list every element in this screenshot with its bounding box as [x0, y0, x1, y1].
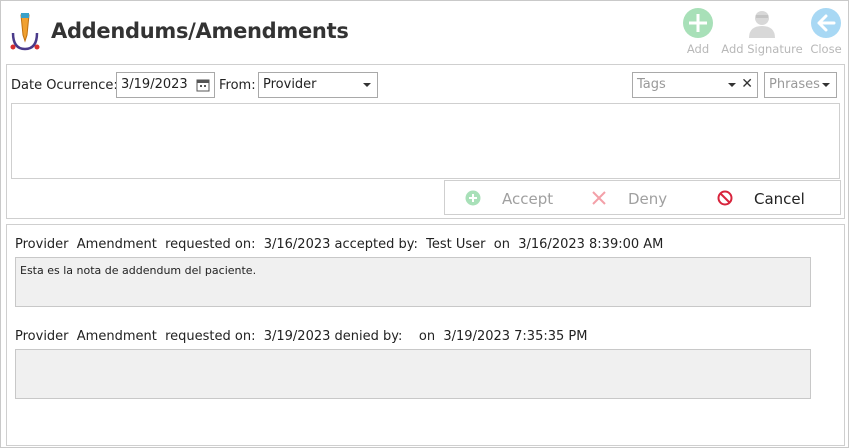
- date-label: Date Ocurrence:: [11, 78, 118, 93]
- from-select[interactable]: Provider: [258, 72, 378, 98]
- addendum-editor: Date Ocurrence: 3/19/2023 From: Provider…: [6, 64, 845, 219]
- date-field[interactable]: 3/19/2023: [116, 72, 215, 98]
- back-arrow-icon: [811, 8, 841, 38]
- cancel-label: Cancel: [754, 190, 805, 208]
- add-signature-label: Add Signature: [721, 42, 803, 56]
- from-label: From:: [219, 78, 256, 93]
- from-value: Provider: [263, 77, 317, 92]
- accept-plus-icon: [465, 190, 481, 206]
- phrases-select[interactable]: Phrases: [764, 72, 837, 98]
- accept-button[interactable]: Accept: [465, 189, 575, 209]
- add-label: Add: [686, 42, 710, 56]
- chevron-down-icon: [363, 83, 371, 87]
- phrases-placeholder: Phrases: [769, 77, 820, 92]
- addendum-note-input[interactable]: [11, 103, 840, 179]
- history-entry-header: Provider Amendment requested on: 3/19/20…: [15, 329, 588, 344]
- deny-label: Deny: [628, 190, 668, 208]
- close-label: Close: [810, 42, 842, 56]
- history-entry-header: Provider Amendment requested on: 3/16/20…: [15, 237, 664, 252]
- deny-button[interactable]: Deny: [591, 189, 691, 209]
- add-signature-button[interactable]: Add Signature: [719, 7, 805, 56]
- phrases-chevron-down-icon: [822, 83, 830, 87]
- cancel-circle-icon: [717, 190, 733, 206]
- app-logo-icon: [10, 13, 40, 51]
- tags-placeholder: Tags: [637, 77, 666, 92]
- page-title: Addendums/Amendments: [51, 19, 349, 43]
- add-button[interactable]: Add: [681, 7, 715, 56]
- add-icon: [683, 8, 713, 38]
- calendar-icon[interactable]: [196, 78, 210, 92]
- tags-select[interactable]: Tags ✕: [632, 72, 758, 98]
- history-entry-body: [15, 349, 811, 399]
- cancel-button[interactable]: Cancel: [717, 189, 827, 209]
- close-button[interactable]: Close: [809, 7, 843, 56]
- addendum-history: Provider Amendment requested on: 3/16/20…: [6, 224, 845, 446]
- accept-label: Accept: [502, 190, 554, 208]
- signature-user-icon: [749, 11, 775, 38]
- addendums-window: Addendums/Amendments Add Add Signature C…: [0, 0, 849, 448]
- action-bar: Accept Deny Cancel: [444, 180, 841, 215]
- history-entry-body: Esta es la nota de addendum del paciente…: [15, 257, 811, 307]
- date-value: 3/19/2023: [121, 77, 188, 92]
- clear-tags-icon[interactable]: ✕: [741, 76, 753, 92]
- deny-x-icon: [592, 191, 606, 205]
- tags-chevron-down-icon: [728, 83, 736, 87]
